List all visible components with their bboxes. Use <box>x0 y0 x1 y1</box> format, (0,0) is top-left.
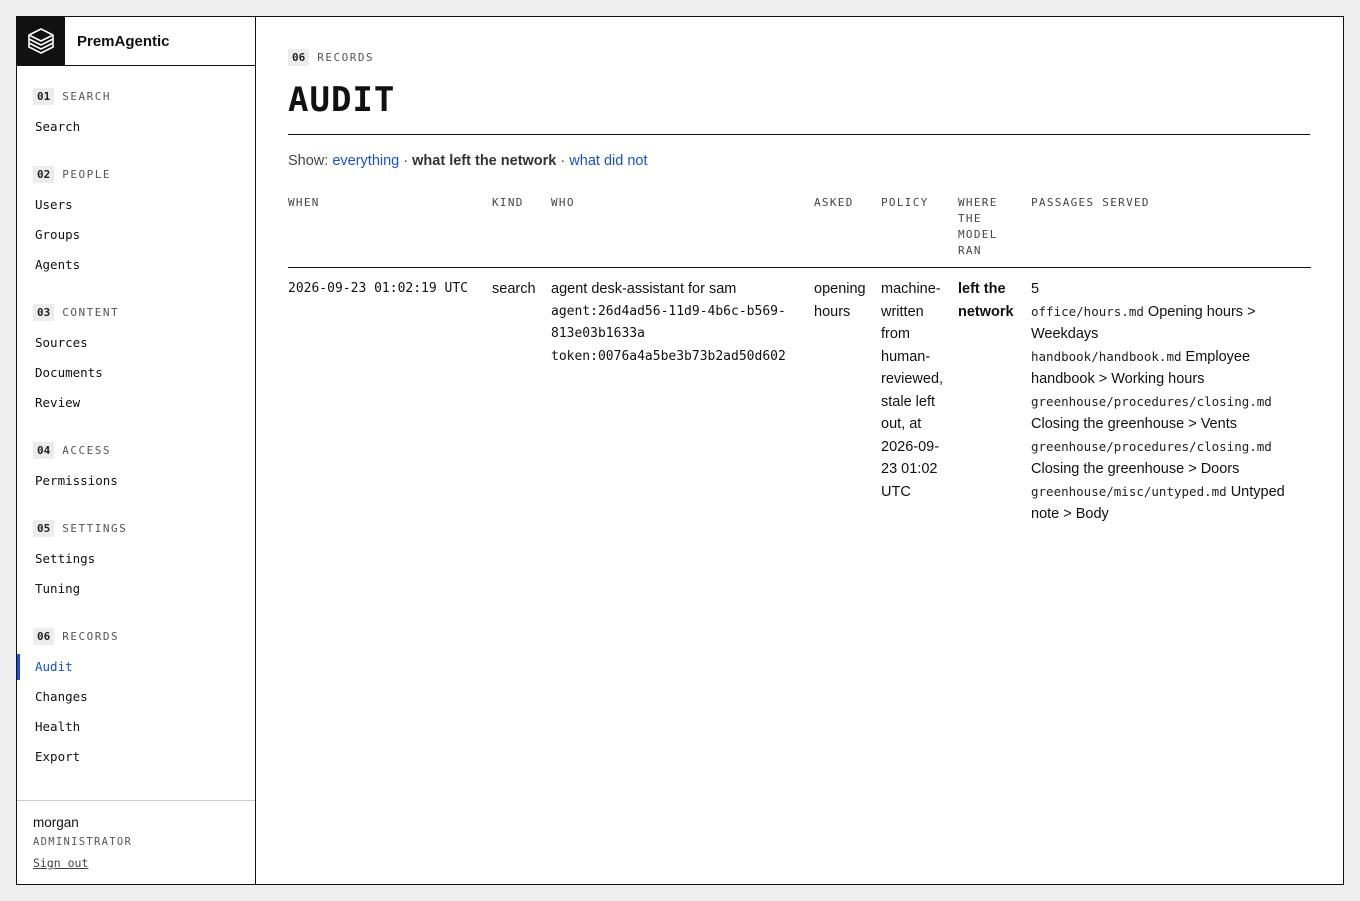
nav-section-header: 05 SETTINGS <box>17 518 255 538</box>
column-header-where[interactable]: WHERE THE MODEL RAN <box>958 195 1031 268</box>
sidebar-item-audit[interactable]: Audit <box>17 654 255 686</box>
layers-cube-icon <box>17 17 65 65</box>
table-row[interactable]: 2026-09-23 01:02:19 UTC search agent des… <box>288 268 1311 526</box>
nav-section-header: 04 ACCESS <box>17 440 255 460</box>
table-header-row: WHEN KIND WHO ASKED POLICY WHERE THE MOD… <box>288 195 1311 268</box>
sidebar-item-groups[interactable]: Groups <box>17 224 255 254</box>
passage-item: greenhouse/procedures/closing.md Closing… <box>1031 391 1301 436</box>
nav-section-header: 06 RECORDS <box>17 626 255 646</box>
passages-count: 5 <box>1031 281 1040 297</box>
filter-everything[interactable]: everything <box>332 153 399 169</box>
passage-title: Closing the greenhouse > Vents <box>1031 416 1237 432</box>
passage-title: Closing the greenhouse > Doors <box>1031 461 1240 477</box>
sidebar: PremAgentic 01 SEARCH Search 02 PEOPLE Users G… <box>17 17 256 884</box>
nav-section-title: RECORDS <box>62 629 120 643</box>
nav-section-settings: 05 SETTINGS Settings Tuning <box>17 518 255 608</box>
sidebar-item-search[interactable]: Search <box>17 116 255 146</box>
sign-out-link[interactable]: Sign out <box>33 856 88 870</box>
nav-section-header: 02 PEOPLE <box>17 164 255 184</box>
passage-path: greenhouse/procedures/closing.md <box>1031 393 1272 409</box>
sidebar-item-export[interactable]: Export <box>17 746 255 776</box>
passage-path: handbook/handbook.md <box>1031 348 1182 364</box>
filter-bar: Show: everything · what left the network… <box>288 153 1311 169</box>
section-number-badge: 06 <box>288 49 310 66</box>
nav-section-title: SETTINGS <box>62 521 128 535</box>
sidebar-nav: 01 SEARCH Search 02 PEOPLE Users Groups Agents 0… <box>17 66 255 800</box>
sidebar-item-tuning[interactable]: Tuning <box>17 578 255 608</box>
who-agent-id: agent:26d4ad56-11d9-4b6c-b569-813e03b163… <box>551 303 786 342</box>
nav-section-records: 06 RECORDS Audit Changes Health Export <box>17 626 255 776</box>
nav-section-title: ACCESS <box>62 443 111 457</box>
nav-section-people: 02 PEOPLE Users Groups Agents <box>17 164 255 284</box>
column-header-policy[interactable]: POLICY <box>881 195 958 268</box>
title-divider <box>288 134 1310 135</box>
nav-section-number: 05 <box>33 519 55 537</box>
passage-path: office/hours.md <box>1031 303 1144 319</box>
nav-section-access: 04 ACCESS Permissions <box>17 440 255 500</box>
who-token: token:0076a4a5be3b73b2ad50d602 <box>551 348 786 364</box>
sidebar-item-changes[interactable]: Changes <box>17 686 255 716</box>
sidebar-item-documents[interactable]: Documents <box>17 362 255 392</box>
user-role: ADMINISTRATOR <box>33 836 133 848</box>
cell-passages: 5 office/hours.md Opening hours > Weekda… <box>1031 268 1311 526</box>
main-content: 06 RECORDS AUDIT Show: everything · what… <box>256 17 1343 884</box>
sidebar-item-agents[interactable]: Agents <box>17 254 255 284</box>
app-frame: PremAgentic 01 SEARCH Search 02 PEOPLE Users G… <box>16 16 1344 885</box>
passage-path: greenhouse/procedures/closing.md <box>1031 438 1272 454</box>
filter-separator: · <box>403 153 409 169</box>
sidebar-item-sources[interactable]: Sources <box>17 332 255 362</box>
who-name: agent desk-assistant for sam <box>551 281 737 297</box>
cell-when: 2026-09-23 01:02:19 UTC <box>288 281 469 296</box>
filter-what-did-not[interactable]: what did not <box>569 153 647 169</box>
column-header-passages[interactable]: PASSAGES SERVED <box>1031 195 1311 268</box>
passage-item: greenhouse/misc/untyped.md Untyped note … <box>1031 481 1301 526</box>
nav-section-number: 02 <box>33 165 55 183</box>
nav-section-number: 01 <box>33 87 55 105</box>
passage-item: greenhouse/procedures/closing.md Closing… <box>1031 436 1301 481</box>
section-title: RECORDS <box>317 51 375 64</box>
breadcrumb: 06 RECORDS <box>288 49 1311 66</box>
sidebar-item-review[interactable]: Review <box>17 392 255 422</box>
nav-section-search: 01 SEARCH Search <box>17 86 255 146</box>
column-header-who[interactable]: WHO <box>551 195 814 268</box>
sidebar-item-permissions[interactable]: Permissions <box>17 470 255 500</box>
nav-section-number: 04 <box>33 441 55 459</box>
nav-section-title: PEOPLE <box>62 167 111 181</box>
passage-item: office/hours.md Opening hours > Weekdays <box>1031 301 1301 346</box>
passages-list: office/hours.md Opening hours > Weekdays… <box>1031 301 1301 526</box>
nav-section-number: 06 <box>33 627 55 645</box>
nav-section-content: 03 CONTENT Sources Documents Review <box>17 302 255 422</box>
page-title: AUDIT <box>288 80 396 120</box>
cell-asked: opening hours <box>814 281 866 320</box>
cell-policy: machine-written from human-reviewed, sta… <box>881 281 944 500</box>
nav-section-header: 03 CONTENT <box>17 302 255 322</box>
sidebar-item-users[interactable]: Users <box>17 194 255 224</box>
filter-label: Show: <box>288 153 329 169</box>
column-header-asked[interactable]: ASKED <box>814 195 881 268</box>
cell-where: left the network <box>958 281 1014 320</box>
filter-separator: · <box>560 153 566 169</box>
brand-name: PremAgentic <box>77 32 170 50</box>
passage-item: handbook/handbook.md Employee handbook >… <box>1031 346 1301 391</box>
nav-section-header: 01 SEARCH <box>17 86 255 106</box>
cell-who: agent desk-assistant for sam agent:26d4a… <box>551 268 814 526</box>
cell-kind: search <box>492 281 536 297</box>
passage-path: greenhouse/misc/untyped.md <box>1031 483 1227 499</box>
nav-section-title: CONTENT <box>62 305 120 319</box>
nav-section-number: 03 <box>33 303 55 321</box>
sidebar-item-settings[interactable]: Settings <box>17 548 255 578</box>
nav-section-title: SEARCH <box>62 89 111 103</box>
user-name: morgan <box>33 815 79 830</box>
user-panel: morgan ADMINISTRATOR Sign out <box>17 800 255 884</box>
column-header-when[interactable]: WHEN <box>288 195 492 268</box>
sidebar-item-health[interactable]: Health <box>17 716 255 746</box>
brand[interactable]: PremAgentic <box>17 17 255 66</box>
filter-what-left-the-network: what left the network <box>412 153 557 169</box>
column-header-kind[interactable]: KIND <box>492 195 551 268</box>
audit-table: WHEN KIND WHO ASKED POLICY WHERE THE MOD… <box>288 195 1311 526</box>
